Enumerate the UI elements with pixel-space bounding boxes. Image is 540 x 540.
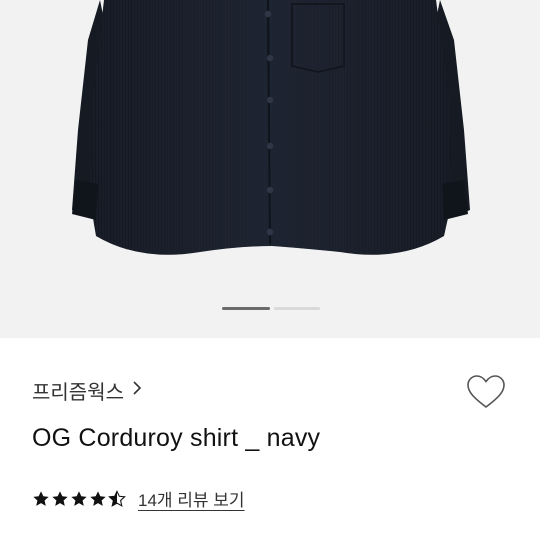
star-icon [71,490,87,506]
heart-outline-icon [467,375,505,409]
brand-link[interactable]: 프리즘웍스 [32,376,142,405]
product-title: OG Corduroy shirt _ navy [32,424,321,452]
wishlist-button[interactable] [466,374,506,410]
gallery-pager [0,307,540,311]
pager-dot[interactable] [274,307,320,310]
product-image [72,0,470,255]
star-half-icon [108,489,126,507]
pager-dot-active[interactable] [222,307,270,310]
chevron-right-icon [132,379,142,402]
brand-name: 프리즘웍스 [32,382,124,404]
star-icon [90,490,106,506]
product-info: 프리즘웍스 OG Corduroy shirt _ navy 14개 리뷰 보기 [0,338,540,540]
product-image-gallery[interactable] [0,0,540,338]
review-link[interactable]: 14개 리뷰 보기 [138,486,245,511]
star-icon [33,490,49,506]
star-rating [32,489,126,508]
star-icon [52,490,68,506]
rating-row: 14개 리뷰 보기 [32,486,245,511]
